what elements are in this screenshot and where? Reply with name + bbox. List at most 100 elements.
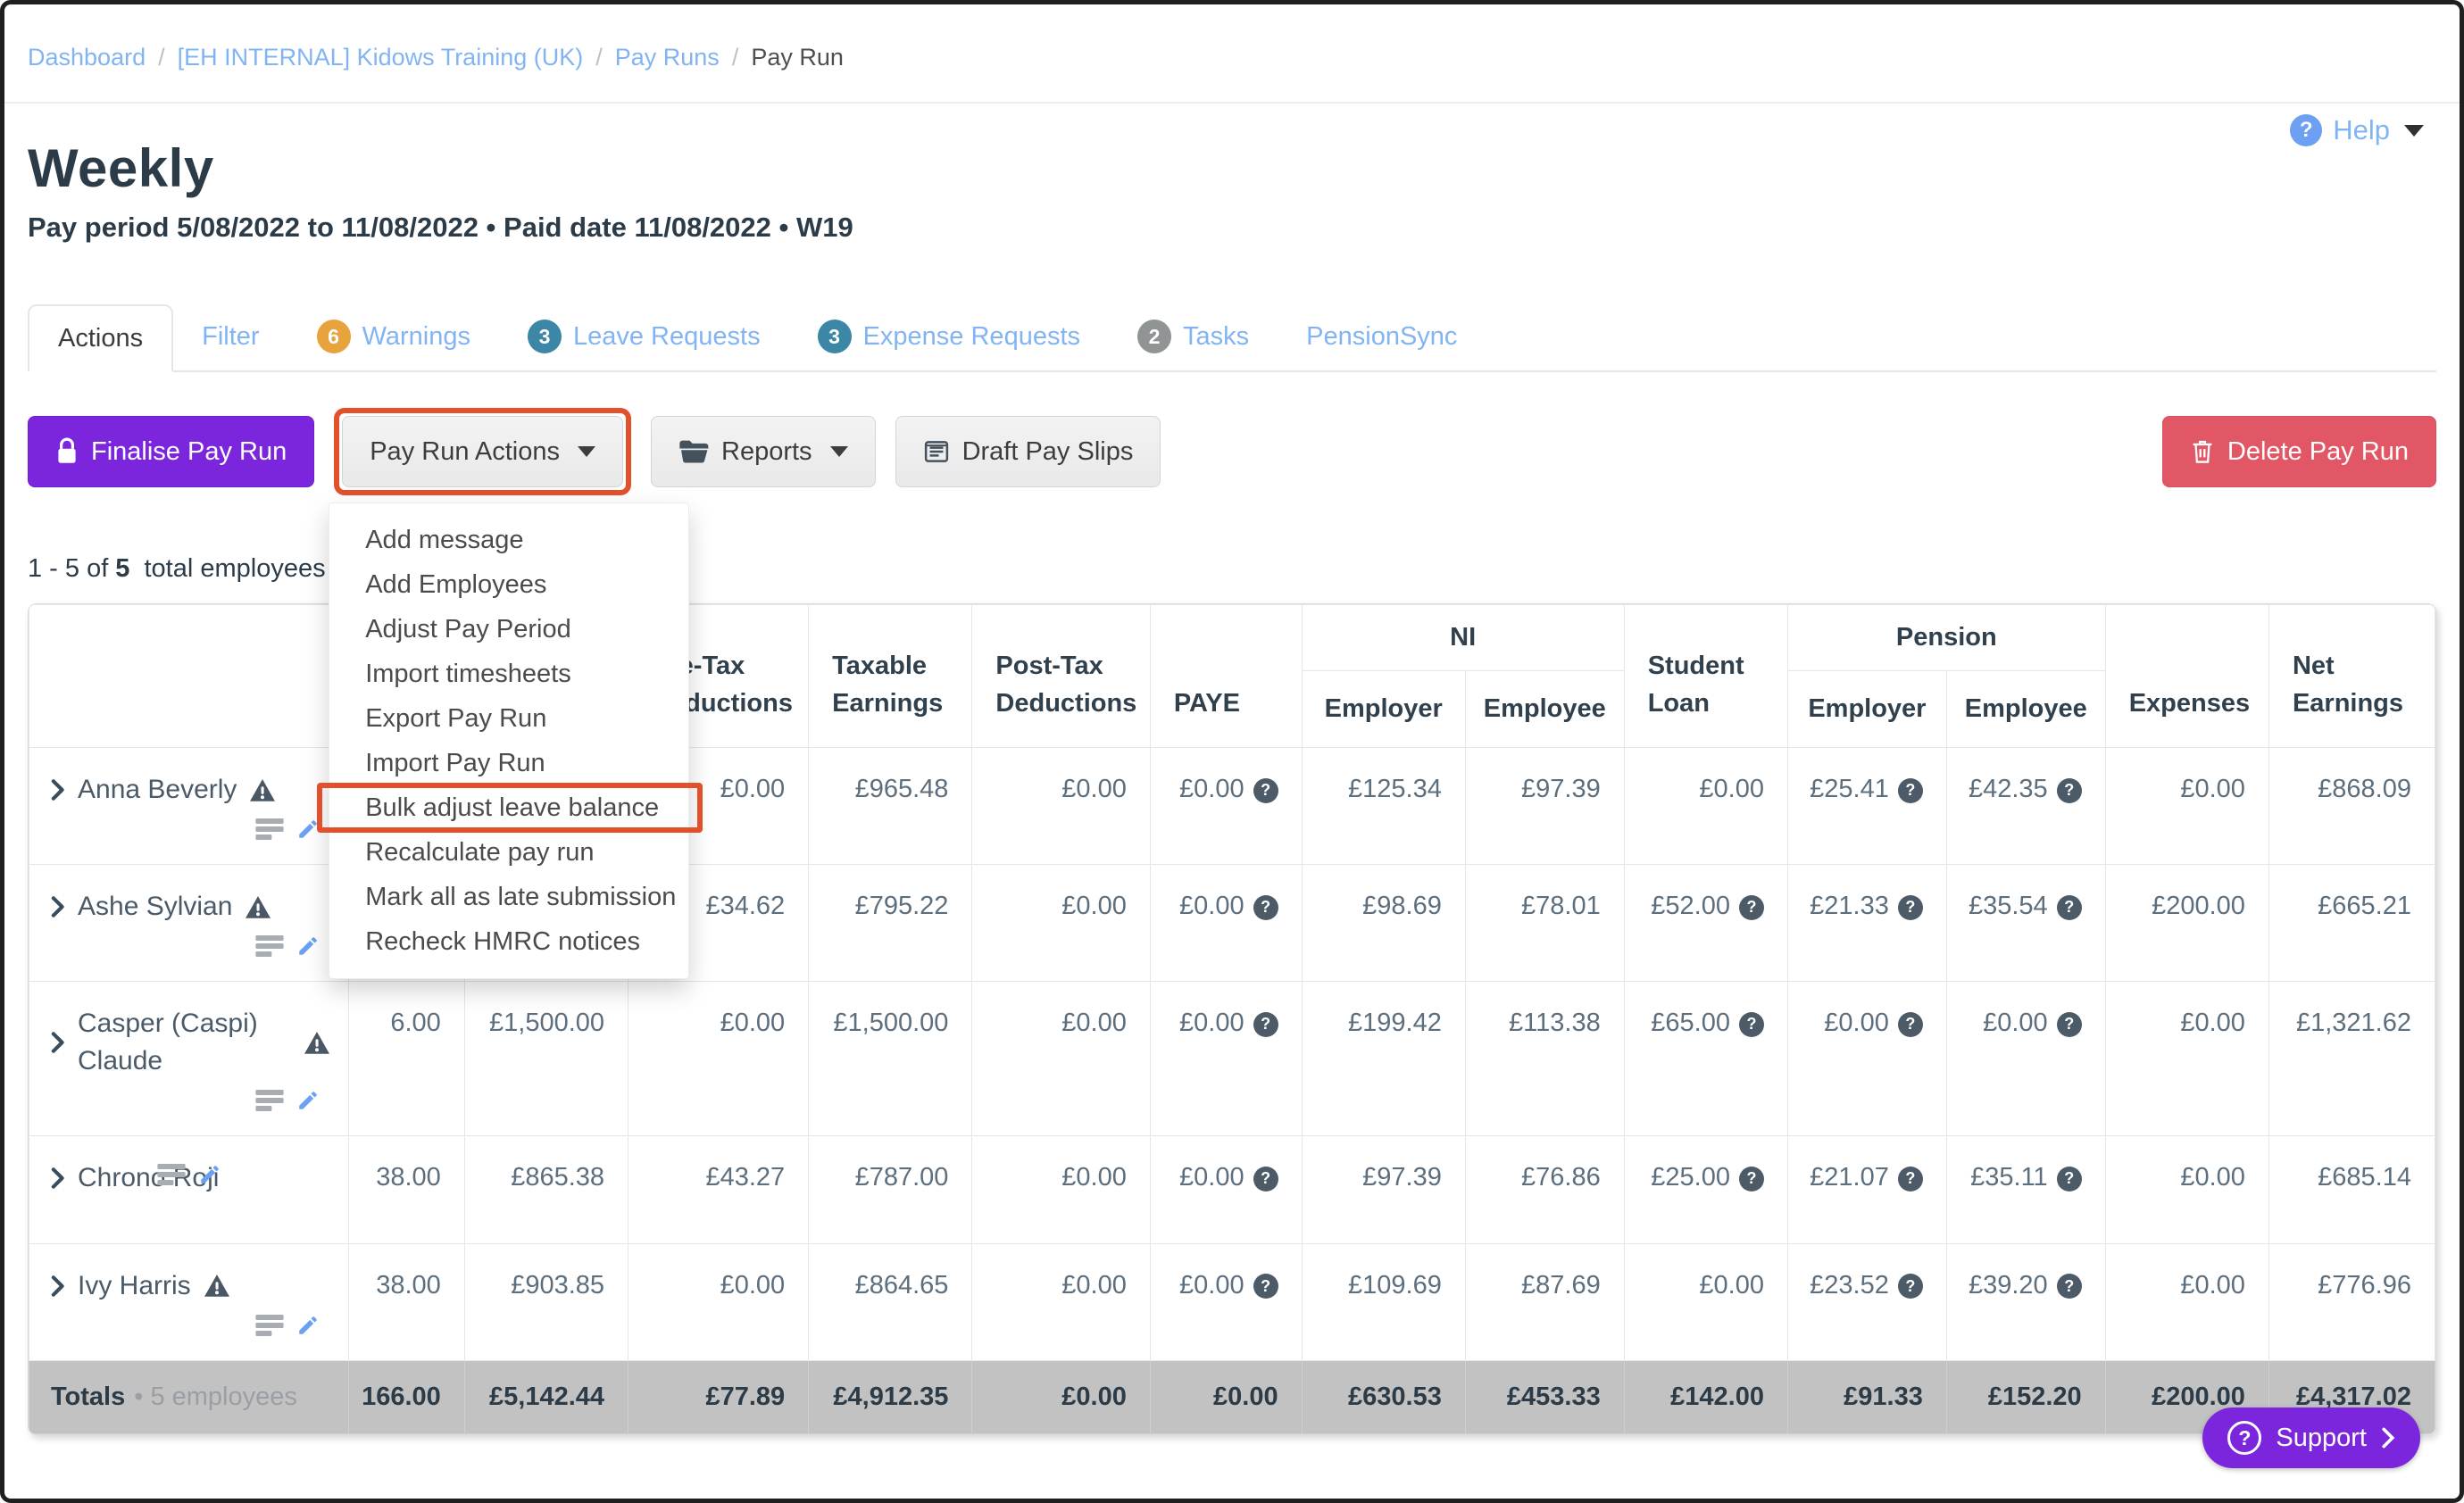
question-badge[interactable]: ?	[1897, 1274, 1923, 1299]
edit-pencil-icon[interactable]	[296, 818, 320, 841]
pay-value-cell: 38.00	[348, 1242, 465, 1361]
pay-value-cell: £864.65	[808, 1242, 973, 1361]
pay-value-cell: £78.01	[1464, 864, 1625, 982]
pay-value-cell: £0.00	[2104, 1135, 2269, 1244]
menu-item-export-pay-run[interactable]: Export Pay Run	[329, 696, 688, 741]
employee-name[interactable]: Ashe Sylvian	[78, 888, 232, 926]
finalise-pay-run-button[interactable]: Finalise Pay Run	[28, 416, 315, 487]
menu-item-recheck-hmrc-notices[interactable]: Recheck HMRC notices	[329, 919, 688, 964]
pay-value-cell: £665.21	[2268, 864, 2435, 982]
summary-prefix: 1 - 5 of	[28, 554, 109, 583]
breadcrumb-link[interactable]: Dashboard	[28, 44, 146, 71]
expand-chevron-icon[interactable]	[51, 1275, 65, 1298]
tab-pensionsync[interactable]: PensionSync	[1278, 303, 1486, 370]
tab-label-warnings: Warnings	[362, 321, 470, 351]
question-badge[interactable]: ?	[2056, 1166, 2082, 1192]
expand-chevron-icon[interactable]	[51, 895, 65, 918]
breadcrumb-current: Pay Run	[751, 44, 844, 71]
pay-run-actions-button[interactable]: Pay Run Actions	[342, 416, 624, 487]
tab-warnings[interactable]: 6 Warnings	[288, 303, 499, 370]
draft-pay-slips-button[interactable]: Draft Pay Slips	[895, 416, 1161, 487]
question-badge[interactable]: ?	[2056, 1011, 2082, 1037]
question-badge[interactable]: ?	[1738, 1166, 1764, 1192]
pay-value-cell: £0.00	[971, 1135, 1151, 1244]
pay-value-cell: £0.00?	[1149, 864, 1303, 982]
pay-run-actions-label: Pay Run Actions	[370, 436, 561, 466]
notes-icon[interactable]	[255, 1090, 285, 1111]
question-badge[interactable]: ?	[1253, 1274, 1278, 1299]
delete-pay-run-button[interactable]: Delete Pay Run	[2161, 416, 2436, 487]
pay-value-cell: £868.09	[2268, 747, 2435, 865]
warning-icon[interactable]	[304, 1031, 330, 1055]
expand-chevron-icon[interactable]	[51, 1031, 65, 1054]
employee-name-cell: Ashe Sylvian	[29, 864, 350, 982]
question-badge[interactable]: ?	[1253, 1166, 1278, 1192]
totals-value-cell: £0.00	[1149, 1359, 1303, 1434]
pay-value-cell: £21.07?	[1786, 1135, 1947, 1244]
menu-item-recalculate-pay-run[interactable]: Recalculate pay run	[329, 830, 688, 875]
question-badge[interactable]: ?	[1253, 777, 1278, 803]
header-pension-employee: Employee	[1945, 670, 2106, 748]
expand-chevron-icon[interactable]	[51, 1167, 65, 1190]
pay-value-cell: £97.39	[1301, 1135, 1466, 1244]
question-badge[interactable]: ?	[2056, 777, 2082, 803]
tab-label-actions: Actions	[58, 323, 144, 353]
help-menu[interactable]: ? Help	[2290, 114, 2424, 146]
warning-icon[interactable]	[204, 1274, 230, 1298]
warning-icon[interactable]	[245, 895, 271, 919]
menu-item-adjust-pay-period[interactable]: Adjust Pay Period	[329, 607, 688, 652]
pay-value-cell: £25.00?	[1623, 1135, 1788, 1244]
question-badge[interactable]: ?	[1253, 1011, 1278, 1037]
pay-value-cell: £43.27	[628, 1135, 810, 1244]
employee-name-cell: Ivy Harris	[29, 1242, 350, 1361]
tab-badge-warnings: 6	[316, 320, 351, 353]
tab-actions[interactable]: Actions	[28, 304, 174, 372]
pay-value-cell: £0.00	[628, 981, 810, 1136]
totals-value-cell: £91.33	[1786, 1359, 1947, 1434]
notes-icon[interactable]	[255, 1314, 285, 1336]
question-badge[interactable]: ?	[1738, 1011, 1764, 1037]
edit-pencil-icon[interactable]	[296, 1089, 320, 1112]
edit-pencil-icon[interactable]	[198, 1163, 221, 1186]
support-button[interactable]: ? Support	[2202, 1408, 2420, 1468]
tab-tasks[interactable]: 2 Tasks	[1109, 303, 1278, 370]
question-badge[interactable]: ?	[1897, 777, 1923, 803]
employee-name[interactable]: Anna Beverly	[78, 771, 237, 809]
menu-item-import-timesheets[interactable]: Import timesheets	[329, 652, 688, 696]
employee-name[interactable]: Ivy Harris	[78, 1267, 191, 1305]
menu-item-bulk-adjust-leave-balance[interactable]: Bulk adjust leave balance	[317, 783, 703, 833]
notes-icon[interactable]	[157, 1164, 187, 1185]
employee-name-cell: Casper (Caspi) Claude	[29, 981, 350, 1136]
question-badge[interactable]: ?	[2056, 1274, 2082, 1299]
question-badge[interactable]: ?	[1897, 894, 1923, 920]
tab-leave-requests[interactable]: 3 Leave Requests	[499, 303, 789, 370]
question-badge[interactable]: ?	[1897, 1166, 1923, 1192]
menu-item-add-employees[interactable]: Add Employees	[329, 562, 688, 607]
notes-icon[interactable]	[255, 818, 285, 840]
question-badge[interactable]: ?	[1738, 894, 1764, 920]
warning-icon[interactable]	[249, 778, 276, 802]
menu-item-add-message[interactable]: Add message	[329, 518, 688, 562]
tab-label-filter: Filter	[202, 321, 260, 351]
question-badge[interactable]: ?	[1253, 894, 1278, 920]
question-badge[interactable]: ?	[1897, 1011, 1923, 1037]
tab-expense-requests[interactable]: 3 Expense Requests	[789, 303, 1109, 370]
question-badge[interactable]: ?	[2056, 894, 2082, 920]
notes-icon[interactable]	[255, 935, 285, 957]
edit-pencil-icon[interactable]	[296, 934, 320, 958]
header-expenses: Expenses	[2104, 604, 2269, 748]
chevron-down-icon	[829, 446, 848, 457]
breadcrumb-link[interactable]: [EH INTERNAL] Kidows Training (UK)	[178, 44, 584, 71]
expand-chevron-icon[interactable]	[51, 778, 65, 801]
reports-button[interactable]: Reports	[651, 416, 876, 487]
pay-period-subtitle: Pay period 5/08/2022 to 11/08/2022 • Pai…	[28, 212, 853, 243]
breadcrumb-link[interactable]: Pay Runs	[615, 44, 720, 71]
totals-value-cell: £630.53	[1301, 1359, 1466, 1434]
menu-item-mark-all-as-late-submission[interactable]: Mark all as late submission	[329, 875, 688, 919]
employee-name[interactable]: Casper (Caspi) Claude	[78, 1005, 291, 1080]
totals-value-cell: £5,142.44	[463, 1359, 629, 1434]
folder-icon	[678, 439, 709, 464]
menu-item-import-pay-run[interactable]: Import Pay Run	[329, 741, 688, 785]
tab-filter[interactable]: Filter	[173, 303, 287, 370]
edit-pencil-icon[interactable]	[296, 1314, 320, 1337]
